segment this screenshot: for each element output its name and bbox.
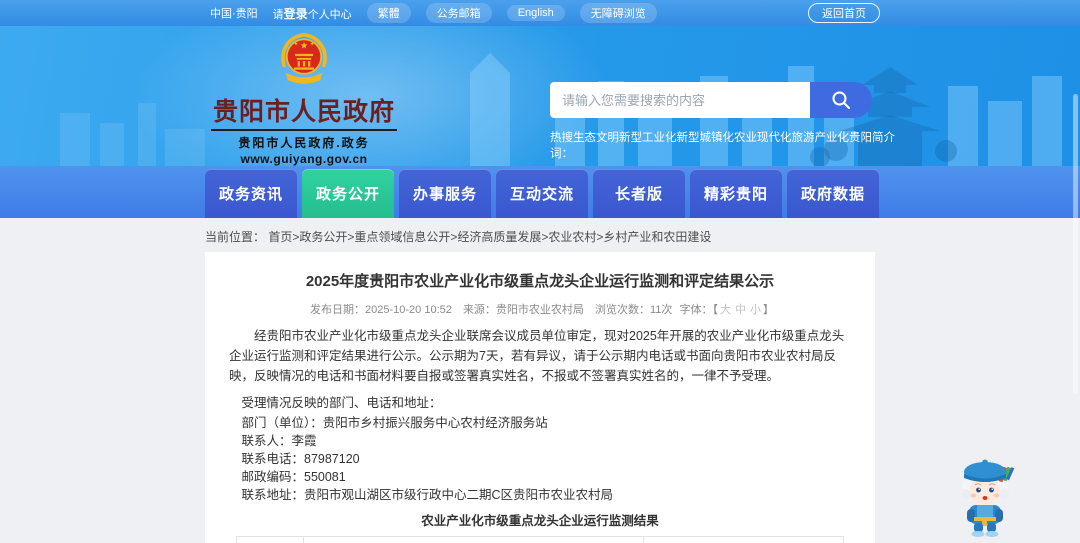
official-mail-link[interactable]: 公务邮箱 [425, 3, 492, 23]
search-button[interactable] [810, 82, 872, 118]
contact-person: 联系人：李霞 [241, 434, 317, 448]
hot-word-agriculture[interactable]: 农业现代化 [734, 129, 792, 161]
top-utility-bar: 中国·贵阳 请登录个人中心 繁體 公务邮箱 English 无障碍浏览 返回首页 [0, 0, 1080, 26]
scrollbar-thumb[interactable] [1073, 94, 1078, 394]
svg-text:★: ★ [300, 40, 308, 50]
header-company: 企业名称 [302, 536, 644, 543]
font-size-large-button[interactable]: 大 [720, 304, 731, 316]
national-emblem-icon: ★ ★ ★ [281, 32, 327, 84]
nav-item-news[interactable]: 政务资讯 [205, 169, 297, 218]
contact-department: 部门（单位）：贵阳市乡村振兴服务中心农村经济服务站 [241, 416, 548, 430]
site-url: www.guiyang.gov.cn [240, 152, 368, 166]
cityscape-illustration [60, 53, 1062, 166]
results-table: 序号 企业名称 监测结果 1 贵州合力超市采购有限公司 合格 2 贵州友禾种业有… [236, 536, 845, 543]
search-icon [832, 91, 850, 109]
government-logo[interactable]: ★ ★ ★ 贵阳市人民政府 贵阳市人民政府.政务 www.guiyang.gov… [208, 31, 400, 166]
contact-postcode: 邮政编码：550081 [241, 470, 346, 484]
publish-date: 发布日期：2025-10-20 10:52 [310, 304, 452, 316]
hot-word-industry[interactable]: 新型工业化 [619, 129, 677, 161]
svg-text:★: ★ [310, 41, 314, 46]
main-nav: 政务资讯 政务公开 办事服务 互动交流 长者版 精彩贵阳 政府数据 [0, 166, 1080, 218]
article-meta: 发布日期：2025-10-20 10:52 来源：贵阳市农业农村局 浏览次数：1… [310, 304, 774, 316]
table-header-row: 序号 企业名称 监测结果 [236, 536, 845, 543]
header-index: 序号 [236, 536, 304, 543]
nav-item-highlights[interactable]: 精彩贵阳 [690, 169, 782, 218]
hot-search-row: 热搜词： 生态文明 新型工业化 新型城镇化 农业现代化 旅游产业化 贵阳简介 [550, 129, 895, 161]
view-count: 浏览次数：11次 [595, 304, 673, 316]
hot-word-intro[interactable]: 贵阳简介 [849, 129, 895, 161]
contact-phone: 联系电话：87987120 [241, 452, 360, 466]
article-title: 2025年度贵阳市农业产业化市级重点龙头企业运行监测和评定结果公示 [305, 273, 775, 290]
site-link-china-guiyang[interactable]: 中国·贵阳 [210, 5, 258, 21]
nav-item-senior[interactable]: 长者版 [593, 169, 685, 218]
font-size-small-button[interactable]: 小 [750, 304, 761, 316]
site-subtitle: 贵阳市人民政府.政务 [238, 136, 370, 150]
logo-divider [211, 129, 397, 131]
article-card: 2025年度贵阳市农业产业化市级重点龙头企业运行监测和评定结果公示 发布日期：2… [205, 252, 875, 543]
hot-search-label: 热搜词： [550, 132, 573, 160]
breadcrumb: 当前位置： 首页>政务公开>重点领域信息公开>经济高质量发展>农业农村>乡村产业… [205, 218, 1080, 252]
article-source: 来源：贵阳市农业农村局 [462, 304, 584, 316]
breadcrumb-path[interactable]: 首页>政务公开>重点领域信息公开>经济高质量发展>农业农村>乡村产业和农田建设 [268, 230, 711, 244]
nav-item-interaction[interactable]: 互动交流 [496, 169, 588, 218]
search-input[interactable] [550, 82, 810, 118]
site-banner: ★ ★ ★ 贵阳市人民政府 贵阳市人民政府.政务 www.guiyang.gov… [0, 26, 1080, 166]
back-home-button[interactable]: 返回首页 [808, 3, 880, 23]
contact-section-label: 受理情况反映的部门、电话和地址： [241, 396, 442, 410]
nav-item-services[interactable]: 办事服务 [399, 169, 491, 218]
svg-text:★: ★ [294, 41, 298, 46]
breadcrumb-label: 当前位置： [205, 230, 266, 244]
contact-address: 联系地址：贵阳市观山湖区市级行政中心二期C区贵阳市农业农村局 [241, 488, 614, 502]
font-size-label: 字体： [679, 304, 713, 316]
nav-item-data[interactable]: 政府数据 [787, 169, 879, 218]
header-result: 监测结果 [642, 536, 845, 543]
mascot-assistant[interactable] [952, 456, 1018, 538]
results-table-title: 农业产业化市级重点龙头企业运行监测结果 [421, 514, 659, 528]
font-size-medium-button[interactable]: 中 [735, 304, 746, 316]
search-area: 热搜词： 生态文明 新型工业化 新型城镇化 农业现代化 旅游产业化 贵阳简介 [550, 82, 895, 161]
article-paragraph: 经贵阳市农业产业化市级重点龙头企业联席会议成员单位审定，现对2025年开展的农业… [229, 329, 845, 383]
site-title: 贵阳市人民政府 [212, 98, 395, 126]
login-link[interactable]: 请登录个人中心 [273, 5, 352, 22]
accessibility-link[interactable]: 无障碍浏览 [579, 3, 657, 23]
hot-word-tourism[interactable]: 旅游产业化 [792, 129, 850, 161]
english-link[interactable]: English [506, 5, 565, 21]
nav-item-disclosure[interactable]: 政务公开 [302, 169, 394, 218]
traditional-chinese-toggle[interactable]: 繁體 [366, 3, 411, 23]
hot-word-urbanization[interactable]: 新型城镇化 [677, 129, 735, 161]
hot-word-eco[interactable]: 生态文明 [573, 129, 619, 161]
